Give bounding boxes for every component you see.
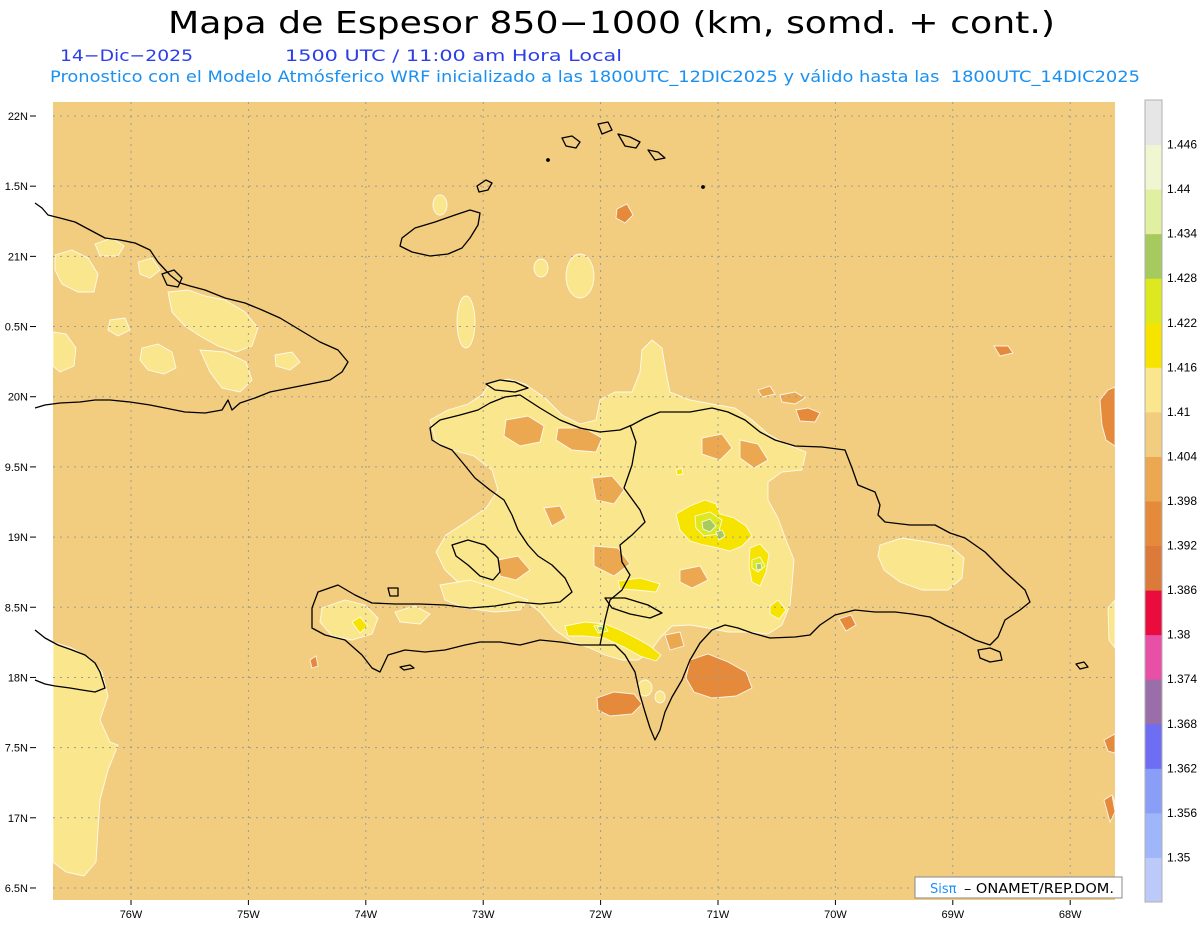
- lon-label: 70W: [824, 909, 847, 921]
- lat-label: 0.5N: [5, 322, 28, 334]
- colorbar-segment: [1145, 768, 1162, 814]
- colorbar-segment: [1145, 456, 1162, 502]
- colorbar-segment: [1145, 501, 1162, 547]
- contour-area: [456, 295, 476, 349]
- colorbar-label: 1.41: [1167, 405, 1191, 419]
- lon-label: 72W: [589, 909, 612, 921]
- lon-label: 76W: [120, 909, 143, 921]
- lat-label: 7.5N: [5, 743, 28, 755]
- colorbar-segment: [1145, 590, 1162, 636]
- lat-label: 9.5N: [5, 462, 28, 474]
- lat-label: 8.5N: [5, 602, 28, 614]
- map-title: Mapa de Espesor 850−1000 (km, somd. + co…: [168, 6, 1055, 41]
- contour-area: [755, 562, 763, 571]
- forecast-date: 14−Dic−2025: [60, 46, 193, 65]
- colorbar-label: 1.44: [1167, 182, 1191, 196]
- forecast-figure: Mapa de Espesor 850−1000 (km, somd. + co…: [5, 6, 1198, 921]
- lon-label: 75W: [237, 909, 260, 921]
- lat-label: 18N: [8, 672, 28, 684]
- colorbar-segment: [1145, 144, 1162, 190]
- colorbar-label: 1.386: [1167, 583, 1197, 597]
- colorbar-segment: [1145, 679, 1162, 725]
- colorbar-segment: [1145, 411, 1162, 457]
- colorbar: 1.35 1.356 1.362 1.368 1.374 1.38 1.386 1.392 1.…: [1144, 99, 1197, 903]
- colorbar-label: 1.428: [1167, 271, 1197, 285]
- colorbar-label: 1.362: [1167, 761, 1197, 775]
- lon-label: 73W: [472, 909, 495, 921]
- latitude-axis: 22N 1.5N 21N 0.5N 20N 9.5N 19N 8.5N 18N 7.5N 17N 6.…: [5, 111, 36, 895]
- logo-text: Sisπ: [930, 882, 957, 897]
- colorbar-label: 1.356: [1167, 806, 1197, 820]
- contour-area: [654, 690, 666, 704]
- contour-area: [533, 258, 549, 278]
- colorbar-segment: [1145, 634, 1162, 680]
- colorbar-label: 1.404: [1167, 449, 1197, 463]
- lat-label: 1.5N: [5, 181, 28, 193]
- map-plot-area: [34, 102, 1115, 900]
- colorbar-segment: [1145, 812, 1162, 858]
- lat-label: 6.5N: [5, 883, 28, 895]
- credit-logo: Sisπ – ONAMET/REP.DOM.: [914, 876, 1123, 899]
- coastline-islet: [546, 158, 550, 162]
- colorbar-segment: [1145, 233, 1162, 279]
- colorbar-label: 1.398: [1167, 494, 1197, 508]
- lat-label: 19N: [8, 532, 28, 544]
- colorbar-segment: [1145, 723, 1162, 769]
- longitude-axis: 76W 75W 74W 73W 72W 71W 70W 69W 68W: [120, 900, 1082, 921]
- contour-area: [565, 253, 595, 299]
- lat-label: 22N: [8, 111, 28, 123]
- colorbar-segment: [1145, 278, 1162, 324]
- lon-label: 69W: [941, 909, 964, 921]
- lat-label: 21N: [8, 251, 28, 263]
- colorbar-segment: [1145, 367, 1162, 413]
- contour-area: [432, 194, 448, 216]
- credit-text: – ONAMET/REP.DOM.: [964, 882, 1114, 897]
- colorbar-label: 1.392: [1167, 539, 1197, 553]
- coastline-islet: [701, 185, 705, 189]
- forecast-time: 1500 UTC / 11:00 am Hora Local: [285, 46, 622, 65]
- lon-label: 74W: [354, 909, 377, 921]
- colorbar-label: 1.422: [1167, 316, 1197, 330]
- colorbar-label: 1.38: [1167, 628, 1191, 642]
- lat-label: 17N: [8, 813, 28, 825]
- colorbar-label: 1.416: [1167, 360, 1197, 374]
- colorbar-segment: [1145, 545, 1162, 591]
- colorbar-label: 1.374: [1167, 672, 1197, 686]
- lat-label: 20N: [8, 392, 28, 404]
- colorbar-segment: [1145, 322, 1162, 368]
- colorbar-segment: [1145, 857, 1162, 903]
- colorbar-label: 1.434: [1167, 227, 1197, 241]
- forecast-description: Pronostico con el Modelo Atmósferico WRF…: [50, 67, 1140, 87]
- lon-label: 68W: [1059, 909, 1082, 921]
- colorbar-segment: [1145, 100, 1162, 146]
- colorbar-label: 1.35: [1167, 850, 1191, 864]
- colorbar-segment: [1145, 189, 1162, 235]
- lon-label: 71W: [707, 909, 730, 921]
- colorbar-label: 1.368: [1167, 717, 1197, 731]
- colorbar-label: 1.446: [1167, 138, 1197, 152]
